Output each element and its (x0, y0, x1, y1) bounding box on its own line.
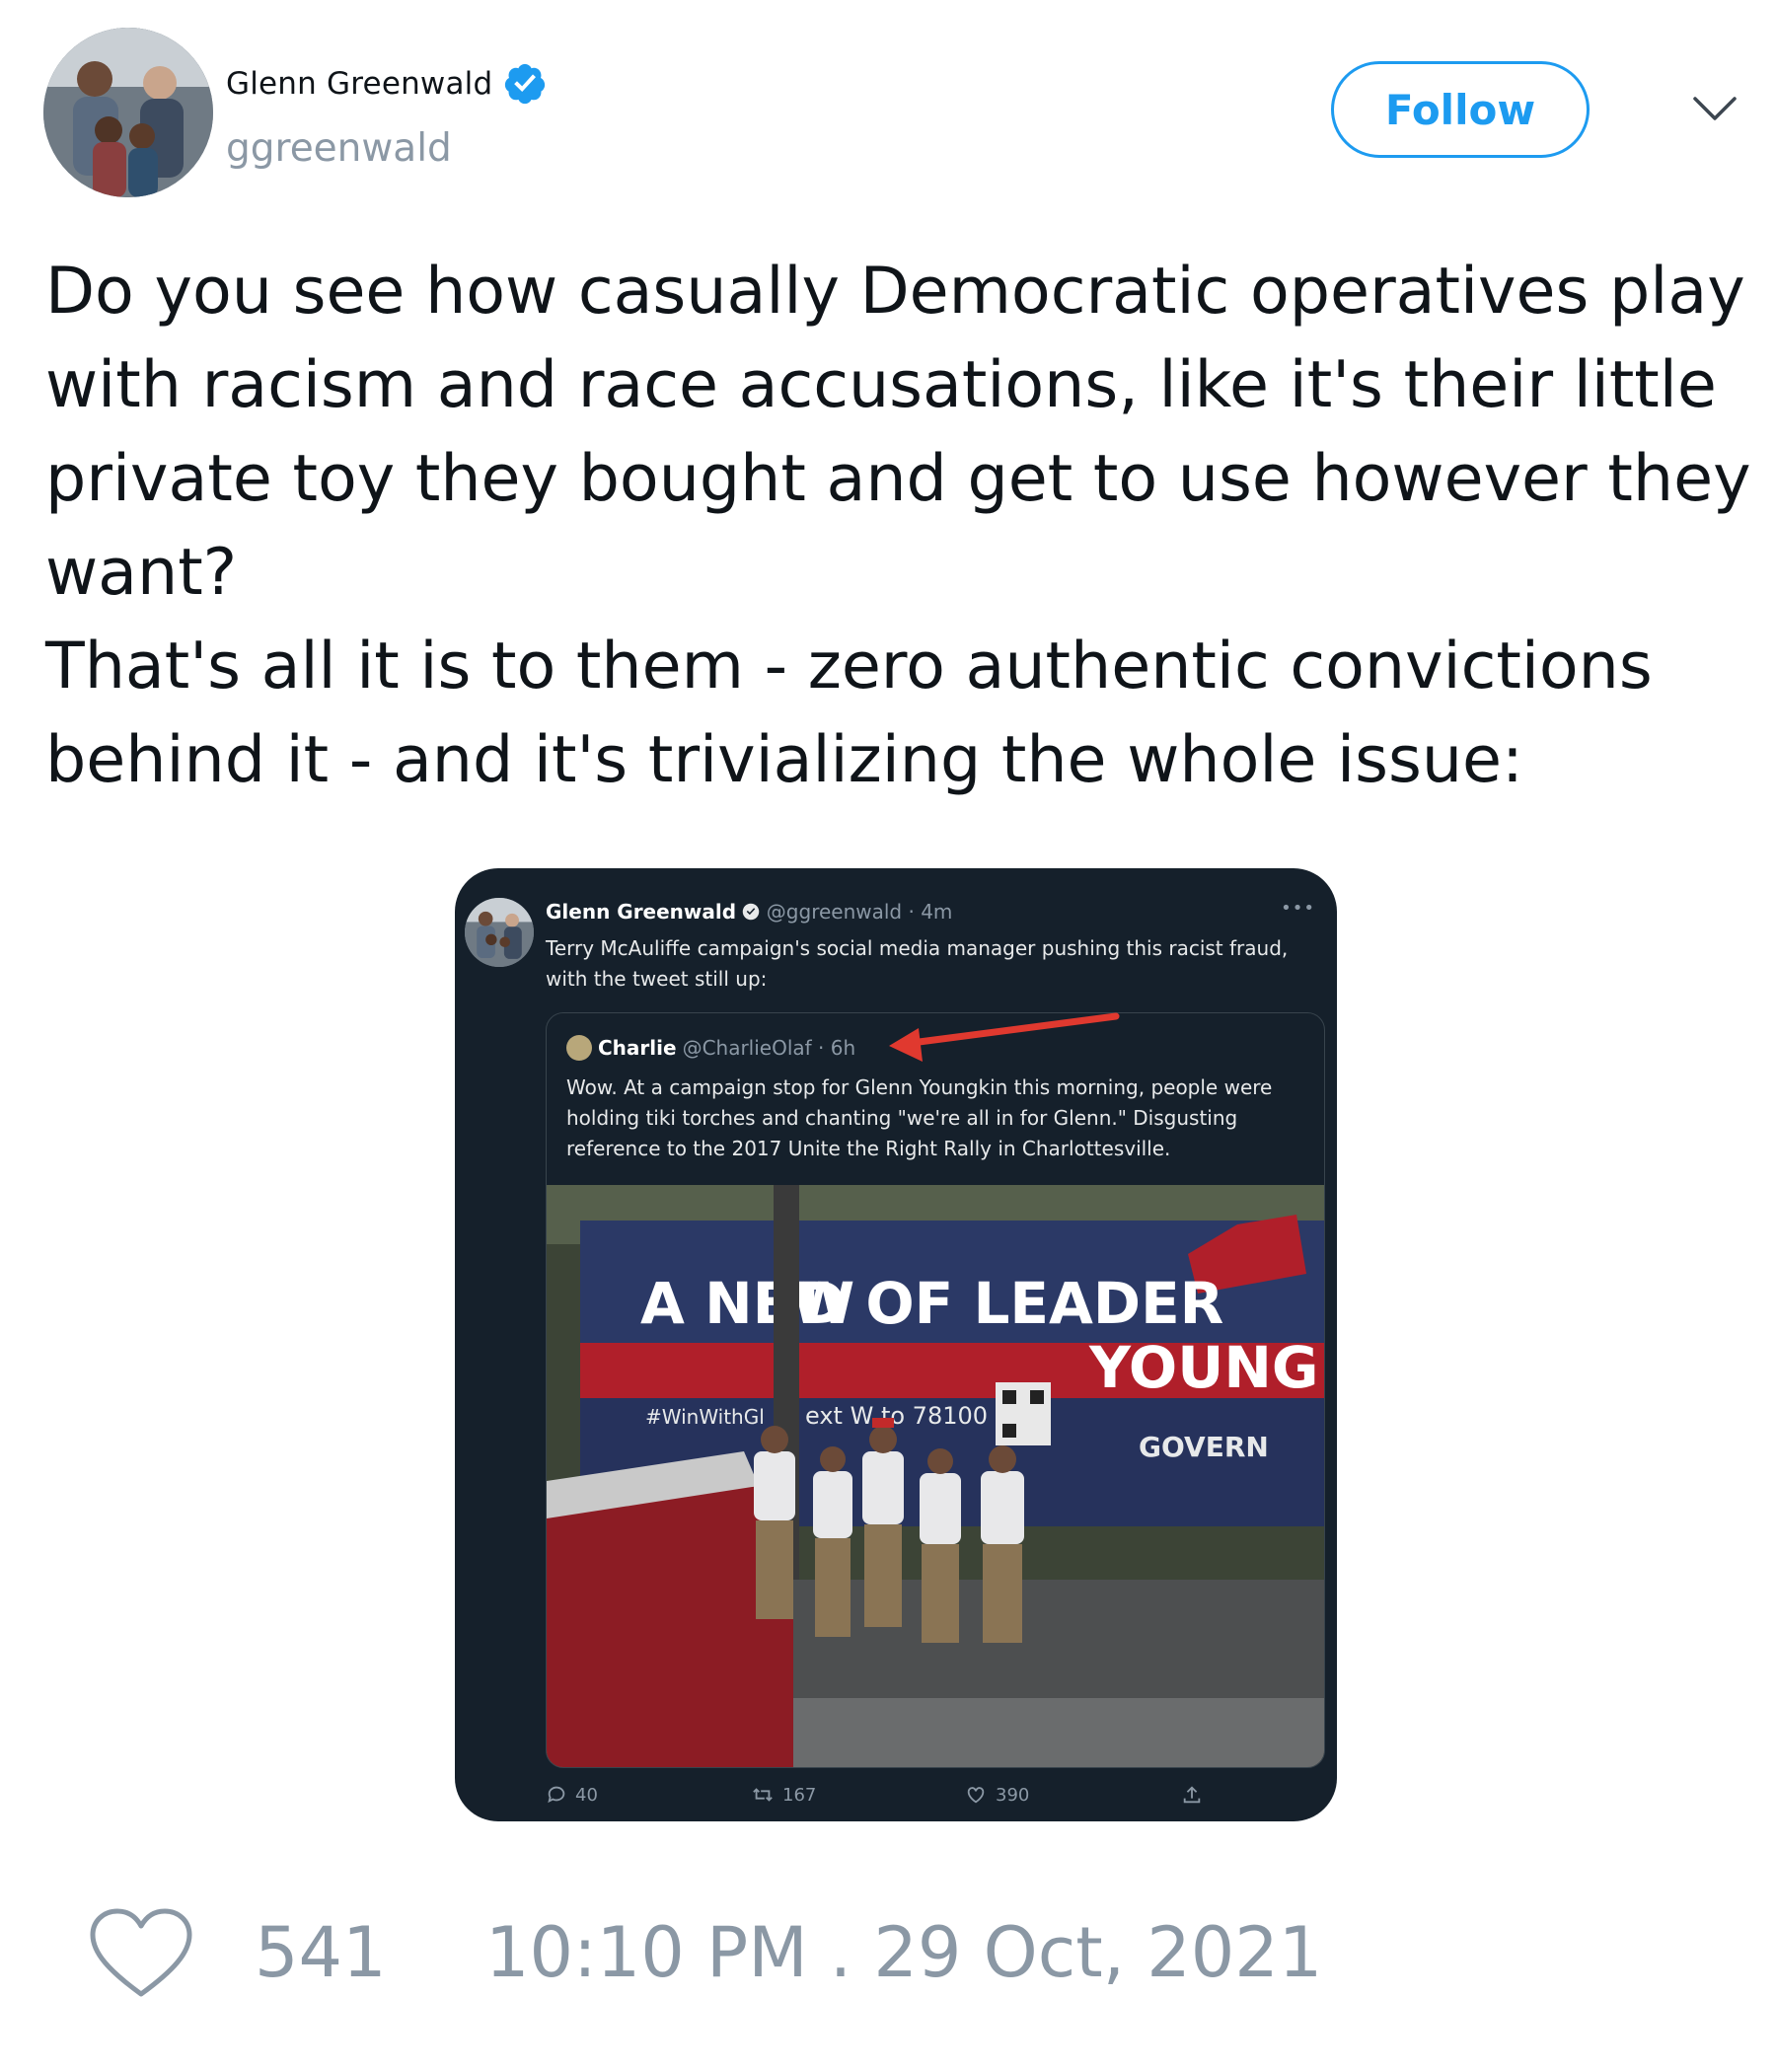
embedded-like-action: 390 (964, 1784, 1029, 1806)
author-handle[interactable]: ggreenwald (226, 126, 452, 171)
quoted-tweet: Charlie @CharlieOlaf · 6h Wow. At a camp… (546, 1012, 1325, 1768)
tweet-attached-image[interactable]: Glenn Greenwald @ggreenwald · 4m ••• Ter… (455, 868, 1337, 1821)
embedded-retweet-action: 167 (751, 1784, 816, 1806)
author-display-name[interactable]: Glenn Greenwald (226, 66, 492, 102)
like-count: 541 (255, 1912, 387, 1993)
quoted-author-avatar (566, 1035, 592, 1061)
bus-sign-text-2: D OF LEADER (798, 1270, 1223, 1337)
quoted-author-name: Charlie (598, 1036, 677, 1060)
follow-button[interactable]: Follow (1331, 61, 1590, 158)
quoted-tweet-text: Wow. At a campaign stop for Glenn Youngk… (566, 1075, 1273, 1160)
quoted-tweet-photo: A NEW D OF LEADER YOUNG GOVERN #WinWithG… (547, 1185, 1324, 1767)
share-icon (1183, 1786, 1201, 1804)
more-dots-icon: ••• (1281, 898, 1315, 919)
verified-badge-icon (505, 63, 546, 105)
embedded-author-avatar (465, 898, 534, 967)
quoted-tweet-header: Charlie @CharlieOlaf · 6h (566, 1035, 855, 1061)
retweet-icon (753, 1788, 773, 1802)
tweet-text: Do you see how casually Democratic opera… (45, 255, 1751, 797)
embedded-tweet-text: Terry McAuliffe campaign's social media … (546, 936, 1289, 991)
embedded-share-action (1181, 1784, 1203, 1806)
embedded-verified-icon (742, 900, 766, 924)
embedded-reply-action: 40 (546, 1784, 598, 1806)
quoted-author-meta: @CharlieOlaf · 6h (682, 1036, 856, 1060)
embedded-like-count: 390 (996, 1784, 1030, 1806)
embedded-tweet-actions: 40 167 390 (455, 1784, 1337, 1813)
bus-hashtag: #WinWithGl (645, 1405, 765, 1429)
embedded-tweet-header: Glenn Greenwald @ggreenwald · 4m (546, 900, 952, 924)
author-avatar[interactable] (43, 28, 213, 197)
tweet-footer: 541 10:10 PM . 29 Oct, 2021 (89, 1904, 1322, 2003)
heart-icon[interactable] (89, 1907, 193, 2000)
author-name-row: Glenn Greenwald (226, 61, 548, 107)
heart-icon (967, 1787, 985, 1804)
embedded-author-meta: @ggreenwald · 4m (766, 900, 953, 924)
embedded-reply-count: 40 (575, 1784, 598, 1806)
embedded-retweet-count: 167 (782, 1784, 817, 1806)
reply-icon (548, 1786, 565, 1804)
bus-sub-text: GOVERN (1139, 1431, 1269, 1463)
tweet-timestamp[interactable]: 10:10 PM . 29 Oct, 2021 (485, 1912, 1322, 1993)
bus-candidate-name: YOUNG (1088, 1334, 1318, 1401)
embedded-author-name: Glenn Greenwald (546, 900, 737, 924)
chevron-down-icon[interactable] (1691, 91, 1739, 126)
bus-text-line: ext W to 78100 (805, 1402, 988, 1430)
